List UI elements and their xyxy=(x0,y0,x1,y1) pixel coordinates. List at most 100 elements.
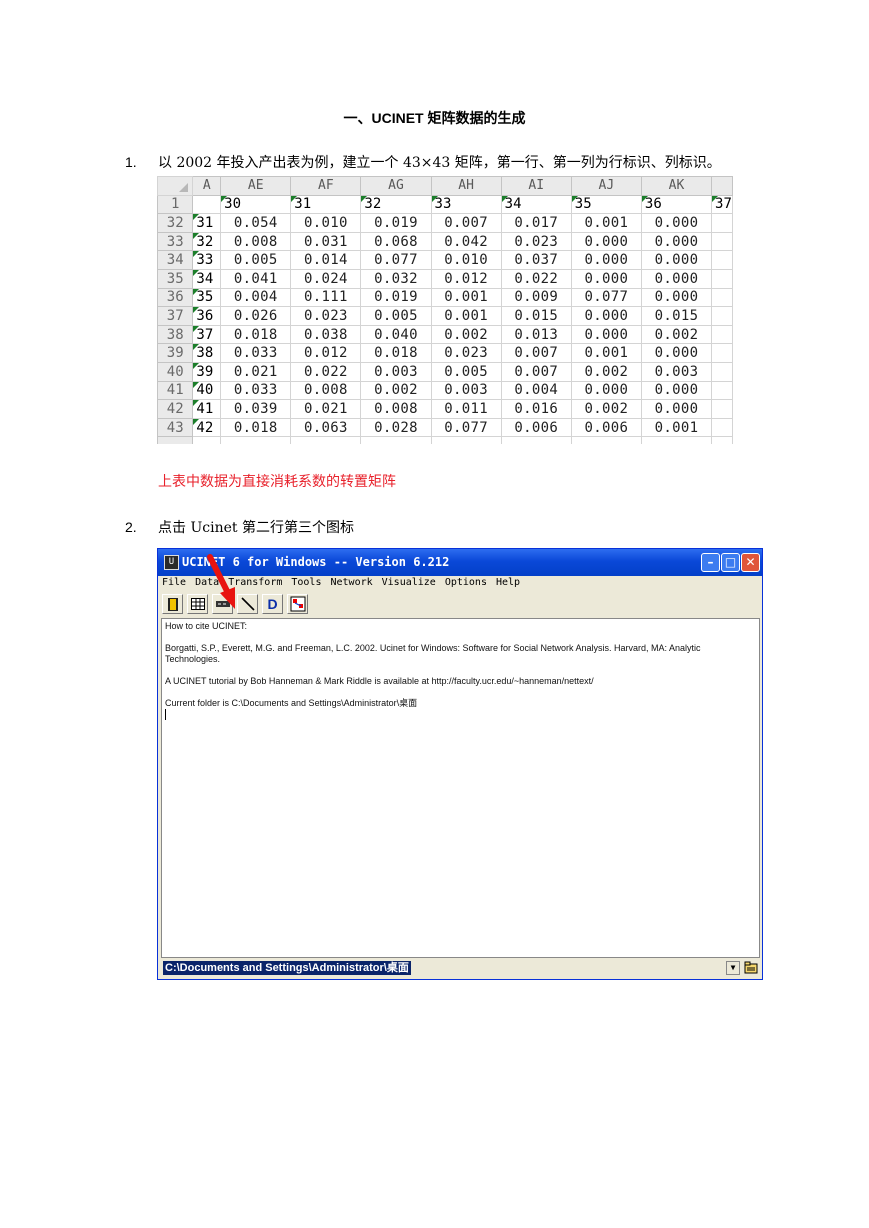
column-label-cell[interactable]: 35 xyxy=(570,194,642,215)
cell[interactable] xyxy=(640,436,713,444)
row-label-cell[interactable]: 35 xyxy=(192,287,222,308)
value-cell[interactable]: 0.008 xyxy=(290,380,362,401)
value-cell[interactable]: 0.002 xyxy=(430,324,502,345)
cell[interactable] xyxy=(220,436,292,444)
value-cell[interactable]: 0.015 xyxy=(500,306,572,326)
value-cell[interactable]: 0.008 xyxy=(360,399,432,419)
row-label-cell[interactable]: 40 xyxy=(192,380,222,401)
menu-transform[interactable]: Transform xyxy=(228,577,282,588)
column-header-partial[interactable] xyxy=(711,176,733,196)
value-cell[interactable]: 0.033 xyxy=(220,343,292,363)
value-cell[interactable]: 0.007 xyxy=(500,343,572,363)
row-label-cell[interactable]: 36 xyxy=(192,306,222,326)
value-cell[interactable]: 0.018 xyxy=(220,417,292,438)
value-cell[interactable]: 0.018 xyxy=(220,324,292,345)
cell[interactable] xyxy=(711,436,733,444)
row-header[interactable]: 32 xyxy=(157,213,194,233)
close-button[interactable]: ✕ xyxy=(741,553,760,572)
column-label-cell[interactable]: 34 xyxy=(500,194,572,215)
cell[interactable] xyxy=(711,417,733,438)
menu-file[interactable]: File xyxy=(162,577,186,588)
cell[interactable] xyxy=(290,436,362,444)
value-cell[interactable]: 0.077 xyxy=(570,287,642,308)
value-cell[interactable]: 0.015 xyxy=(640,306,713,326)
spreadsheet-icon[interactable] xyxy=(187,594,208,614)
value-cell[interactable]: 0.007 xyxy=(500,361,572,382)
value-cell[interactable]: 0.012 xyxy=(290,343,362,363)
select-all-corner[interactable] xyxy=(157,176,194,196)
row-header[interactable]: 42 xyxy=(157,399,194,419)
cell[interactable] xyxy=(192,194,222,215)
value-cell[interactable]: 0.011 xyxy=(430,399,502,419)
value-cell[interactable]: 0.005 xyxy=(220,250,292,270)
value-cell[interactable]: 0.111 xyxy=(290,287,362,308)
value-cell[interactable]: 0.000 xyxy=(570,380,642,401)
column-header[interactable]: AF xyxy=(290,176,362,196)
row-label-cell[interactable]: 42 xyxy=(192,417,222,438)
column-header[interactable]: AJ xyxy=(570,176,642,196)
chevron-down-icon[interactable]: ▼ xyxy=(726,961,740,975)
row-header[interactable]: 41 xyxy=(157,380,194,401)
cell[interactable] xyxy=(711,361,733,382)
column-header[interactable]: AG xyxy=(360,176,432,196)
value-cell[interactable]: 0.006 xyxy=(500,417,572,438)
cell[interactable] xyxy=(192,436,222,444)
ucinet-app-icon[interactable]: U xyxy=(164,555,179,570)
value-cell[interactable]: 0.000 xyxy=(640,399,713,419)
row-label-cell[interactable]: 38 xyxy=(192,343,222,363)
row-header[interactable]: 40 xyxy=(157,361,194,382)
value-cell[interactable]: 0.041 xyxy=(220,268,292,289)
value-cell[interactable]: 0.000 xyxy=(640,268,713,289)
value-cell[interactable]: 0.001 xyxy=(640,417,713,438)
column-label-cell[interactable]: 30 xyxy=(220,194,292,215)
value-cell[interactable]: 0.019 xyxy=(360,287,432,308)
row-header[interactable]: 34 xyxy=(157,250,194,270)
value-cell[interactable]: 0.018 xyxy=(360,343,432,363)
row-header[interactable]: 38 xyxy=(157,324,194,345)
exit-icon[interactable] xyxy=(162,594,183,614)
column-header[interactable]: AH xyxy=(430,176,502,196)
row-label-cell[interactable]: 41 xyxy=(192,399,222,419)
row-label-cell[interactable]: 33 xyxy=(192,250,222,270)
value-cell[interactable]: 0.012 xyxy=(430,268,502,289)
value-cell[interactable]: 0.021 xyxy=(220,361,292,382)
column-header[interactable]: AK xyxy=(640,176,713,196)
value-cell[interactable]: 0.013 xyxy=(500,324,572,345)
row-label-cell[interactable]: 34 xyxy=(192,268,222,289)
menu-help[interactable]: Help xyxy=(496,577,520,588)
value-cell[interactable]: 0.068 xyxy=(360,231,432,252)
output-log[interactable]: How to cite UCINET: Borgatti, S.P., Ever… xyxy=(161,618,760,958)
value-cell[interactable]: 0.040 xyxy=(360,324,432,345)
column-label-cell[interactable]: 32 xyxy=(360,194,432,215)
value-cell[interactable]: 0.031 xyxy=(290,231,362,252)
value-cell[interactable]: 0.002 xyxy=(640,324,713,345)
value-cell[interactable]: 0.023 xyxy=(500,231,572,252)
column-header[interactable]: AI xyxy=(500,176,572,196)
value-cell[interactable]: 0.000 xyxy=(640,213,713,233)
value-cell[interactable]: 0.077 xyxy=(430,417,502,438)
value-cell[interactable]: 0.003 xyxy=(640,361,713,382)
cell[interactable] xyxy=(711,343,733,363)
value-cell[interactable]: 0.038 xyxy=(290,324,362,345)
cell[interactable] xyxy=(570,436,642,444)
value-cell[interactable]: 0.022 xyxy=(500,268,572,289)
value-cell[interactable]: 0.001 xyxy=(570,213,642,233)
column-label-cell[interactable]: 36 xyxy=(640,194,713,215)
value-cell[interactable]: 0.000 xyxy=(640,380,713,401)
cell[interactable] xyxy=(711,231,733,252)
minimize-button[interactable]: – xyxy=(701,553,720,572)
cell[interactable] xyxy=(711,250,733,270)
matrix-editor-icon[interactable] xyxy=(212,594,233,614)
value-cell[interactable]: 0.000 xyxy=(570,250,642,270)
value-cell[interactable]: 0.008 xyxy=(220,231,292,252)
value-cell[interactable]: 0.016 xyxy=(500,399,572,419)
value-cell[interactable]: 0.039 xyxy=(220,399,292,419)
value-cell[interactable]: 0.002 xyxy=(570,361,642,382)
current-folder-combo[interactable]: C:\Documents and Settings\Administrator\… xyxy=(163,961,411,975)
cell[interactable] xyxy=(711,399,733,419)
menu-tools[interactable]: Tools xyxy=(291,577,321,588)
line-icon[interactable] xyxy=(237,594,258,614)
value-cell[interactable]: 0.000 xyxy=(570,306,642,326)
row-header[interactable]: 35 xyxy=(157,268,194,289)
value-cell[interactable]: 0.002 xyxy=(360,380,432,401)
